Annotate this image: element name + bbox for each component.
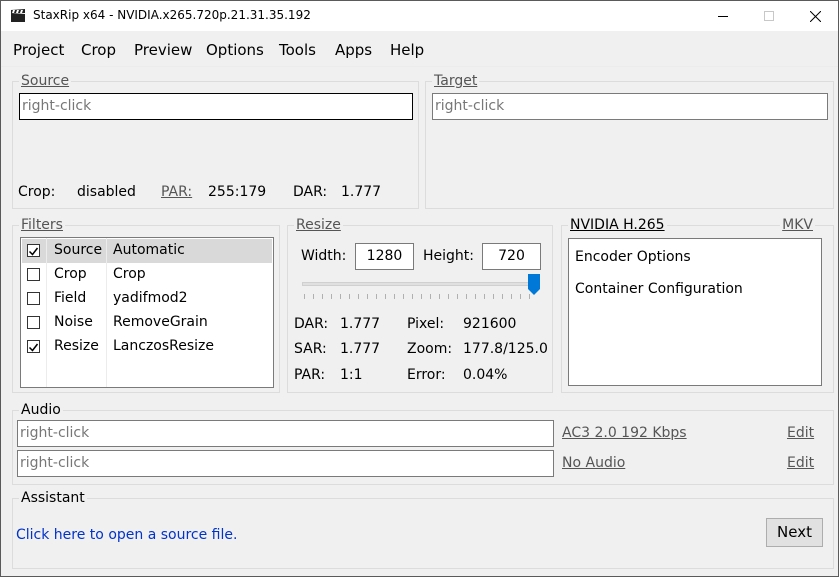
filter-value: Crop bbox=[113, 266, 146, 282]
resize-par-value: 1:1 bbox=[340, 367, 363, 383]
zoom-value: 177.8/125.0 bbox=[463, 341, 548, 357]
filter-checkbox[interactable] bbox=[27, 268, 40, 281]
audio-track-1-profile-link[interactable]: AC3 2.0 192 Kbps bbox=[562, 425, 687, 441]
audio-track-1-input[interactable]: right-click bbox=[17, 420, 554, 447]
audio-track-2-input[interactable]: right-click bbox=[17, 450, 554, 477]
filter-name: Source bbox=[54, 242, 103, 258]
close-icon bbox=[809, 10, 821, 22]
assistant-title: Assistant bbox=[19, 490, 87, 506]
source-dar-value: 1.777 bbox=[341, 184, 382, 200]
pixel-label: Pixel: bbox=[407, 316, 445, 332]
checkmark-icon bbox=[28, 247, 39, 256]
assistant-message-link[interactable]: Click here to open a source file. bbox=[16, 527, 237, 543]
audio-track-2-edit-link[interactable]: Edit bbox=[787, 455, 814, 471]
error-value: 0.04% bbox=[463, 367, 508, 383]
menu-project[interactable]: Project bbox=[13, 41, 64, 59]
next-button[interactable]: Next bbox=[766, 518, 823, 547]
source-par-link[interactable]: PAR: bbox=[161, 184, 192, 200]
menu-tools[interactable]: Tools bbox=[279, 41, 316, 59]
filter-value: yadifmod2 bbox=[113, 290, 188, 306]
resize-dar-value: 1.777 bbox=[340, 316, 381, 332]
filter-value: RemoveGrain bbox=[113, 314, 208, 330]
menu-bar: Project Crop Preview Options Tools Apps … bbox=[1, 32, 838, 67]
resize-slider-ticks bbox=[304, 294, 530, 299]
main-window: StaxRip x64 - NVIDIA.x265.720p.21.31.35.… bbox=[0, 0, 839, 577]
minimize-button[interactable] bbox=[700, 1, 746, 31]
audio-title: Audio bbox=[19, 402, 63, 418]
pixel-value: 921600 bbox=[463, 316, 517, 332]
filter-row-field[interactable]: Field yadifmod2 bbox=[22, 287, 272, 311]
source-dar-label: DAR: bbox=[293, 184, 328, 200]
menu-preview[interactable]: Preview bbox=[134, 41, 192, 59]
container-configuration-link[interactable]: Container Configuration bbox=[575, 281, 743, 297]
filter-row-source[interactable]: Source Automatic bbox=[22, 239, 272, 263]
maximize-icon bbox=[764, 11, 774, 21]
filter-name: Field bbox=[54, 290, 87, 306]
source-par-value: 255:179 bbox=[208, 184, 267, 200]
filters-list[interactable]: Source Automatic Crop Crop Field yadifmo… bbox=[20, 237, 274, 388]
resize-slider-thumb[interactable] bbox=[528, 274, 540, 295]
clapperboard-icon bbox=[10, 9, 26, 23]
filter-checkbox[interactable] bbox=[27, 292, 40, 305]
filter-row-resize[interactable]: Resize LanczosResize bbox=[22, 335, 272, 359]
filter-name: Resize bbox=[54, 338, 99, 354]
source-title[interactable]: Source bbox=[19, 73, 72, 89]
filter-row-noise[interactable]: Noise RemoveGrain bbox=[22, 311, 272, 335]
close-button[interactable] bbox=[792, 1, 838, 31]
checkmark-icon bbox=[28, 343, 39, 352]
menu-crop[interactable]: Crop bbox=[81, 41, 116, 59]
window-title: StaxRip x64 - NVIDIA.x265.720p.21.31.35.… bbox=[33, 8, 311, 22]
resize-par-label: PAR: bbox=[294, 367, 326, 383]
width-input[interactable]: 1280 bbox=[355, 243, 414, 270]
source-file-input[interactable]: right-click bbox=[19, 93, 413, 120]
height-label: Height: bbox=[423, 248, 474, 264]
minimize-icon bbox=[718, 16, 728, 17]
filter-value: LanczosResize bbox=[113, 338, 215, 354]
filter-checkbox[interactable] bbox=[27, 340, 40, 353]
maximize-button[interactable] bbox=[746, 1, 792, 31]
menu-help[interactable]: Help bbox=[390, 41, 424, 59]
resize-dar-label: DAR: bbox=[294, 316, 329, 332]
menu-apps[interactable]: Apps bbox=[335, 41, 372, 59]
audio-track-2-profile-link[interactable]: No Audio bbox=[562, 455, 625, 471]
zoom-label: Zoom: bbox=[407, 341, 453, 357]
filter-checkbox[interactable] bbox=[27, 316, 40, 329]
menu-options[interactable]: Options bbox=[206, 41, 264, 59]
sar-value: 1.777 bbox=[340, 341, 381, 357]
height-input[interactable]: 720 bbox=[482, 243, 541, 270]
error-label: Error: bbox=[407, 367, 446, 383]
width-label: Width: bbox=[301, 248, 347, 264]
resize-slider-track[interactable] bbox=[302, 282, 540, 286]
title-bar[interactable]: StaxRip x64 - NVIDIA.x265.720p.21.31.35.… bbox=[1, 1, 838, 31]
target-file-input[interactable]: right-click bbox=[432, 93, 828, 120]
filters-title[interactable]: Filters bbox=[19, 217, 65, 233]
filter-row-crop[interactable]: Crop Crop bbox=[22, 263, 272, 287]
filter-name: Noise bbox=[54, 314, 93, 330]
encoder-options-box: Encoder Options Container Configuration bbox=[568, 238, 822, 386]
encoder-options-link[interactable]: Encoder Options bbox=[575, 249, 691, 265]
resize-title[interactable]: Resize bbox=[294, 217, 343, 233]
target-title[interactable]: Target bbox=[432, 73, 480, 89]
sar-label: SAR: bbox=[294, 341, 327, 357]
container-profile-link[interactable]: MKV bbox=[780, 217, 815, 233]
crop-label: Crop: bbox=[18, 184, 56, 200]
filter-name: Crop bbox=[54, 266, 87, 282]
encoder-profile-link[interactable]: NVIDIA H.265 bbox=[568, 217, 667, 233]
column-divider bbox=[46, 238, 47, 387]
column-divider bbox=[106, 238, 107, 387]
filter-value: Automatic bbox=[113, 242, 185, 258]
audio-track-1-edit-link[interactable]: Edit bbox=[787, 425, 814, 441]
filter-checkbox[interactable] bbox=[27, 244, 40, 257]
crop-value: disabled bbox=[77, 184, 136, 200]
